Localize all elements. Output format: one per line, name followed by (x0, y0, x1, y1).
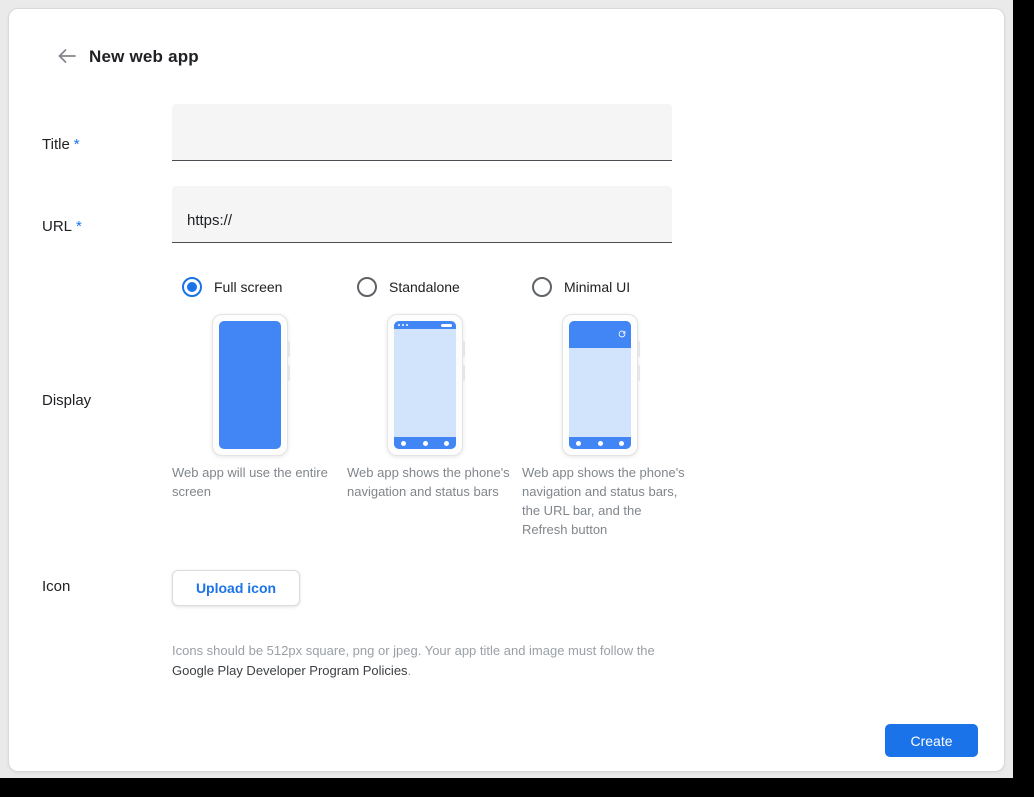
radio-button-icon[interactable] (182, 277, 202, 297)
phone-mockup-fullscreen (212, 314, 288, 456)
display-option-minimal-ui: Minimal UI Web app shows the phone's nav… (522, 277, 697, 539)
radio-fullscreen[interactable]: Full screen (182, 277, 347, 297)
phone-app-area (569, 348, 631, 437)
required-asterisk: * (74, 136, 80, 153)
phone-screen (569, 321, 631, 449)
radio-standalone[interactable]: Standalone (357, 277, 522, 297)
battery-indicator (441, 324, 452, 327)
phone-mockup-minimal-ui (562, 314, 638, 456)
title-input[interactable] (172, 104, 672, 161)
title-field-label: Title* (42, 136, 80, 153)
phone-screen (219, 321, 281, 449)
icon-help-text: Icons should be 512px square, png or jpe… (172, 641, 677, 681)
radio-button-icon[interactable] (532, 277, 552, 297)
refresh-icon (617, 326, 627, 344)
phone-screen (394, 321, 456, 449)
back-button[interactable] (53, 43, 81, 71)
option-description: Web app shows the phone's navigation and… (522, 463, 687, 539)
url-input[interactable] (172, 186, 672, 243)
radio-button-icon[interactable] (357, 277, 377, 297)
page-background: New web app Title* URL* Display Full scr… (0, 0, 1013, 778)
option-description: Web app shows the phone's navigation and… (347, 463, 512, 501)
display-field-label: Display (42, 392, 91, 409)
new-web-app-dialog: New web app Title* URL* Display Full scr… (8, 8, 1005, 772)
page-title: New web app (89, 47, 199, 67)
phone-nav-bar (569, 437, 631, 449)
display-options: Full screen Web app will use the entire … (172, 277, 697, 539)
upload-icon-button[interactable]: Upload icon (172, 570, 300, 606)
create-button[interactable]: Create (885, 724, 978, 757)
required-asterisk: * (76, 218, 82, 235)
phone-url-bar (569, 321, 631, 348)
display-option-standalone: Standalone Web app shows the phone's nav… (347, 277, 522, 539)
icon-field-label: Icon (42, 578, 70, 595)
program-policies-link[interactable]: Google Play Developer Program Policies (172, 663, 408, 678)
phone-app-area (394, 329, 456, 437)
phone-mockup-standalone (387, 314, 463, 456)
display-option-fullscreen: Full screen Web app will use the entire … (172, 277, 347, 539)
option-description: Web app will use the entire screen (172, 463, 337, 501)
url-field-label: URL* (42, 218, 82, 235)
radio-label: Full screen (214, 279, 282, 295)
phone-status-bar (394, 321, 456, 329)
phone-nav-bar (394, 437, 456, 449)
radio-minimal-ui[interactable]: Minimal UI (532, 277, 697, 297)
radio-label: Standalone (389, 279, 460, 295)
back-arrow-icon (55, 44, 79, 71)
status-icons (398, 324, 408, 326)
radio-label: Minimal UI (564, 279, 630, 295)
